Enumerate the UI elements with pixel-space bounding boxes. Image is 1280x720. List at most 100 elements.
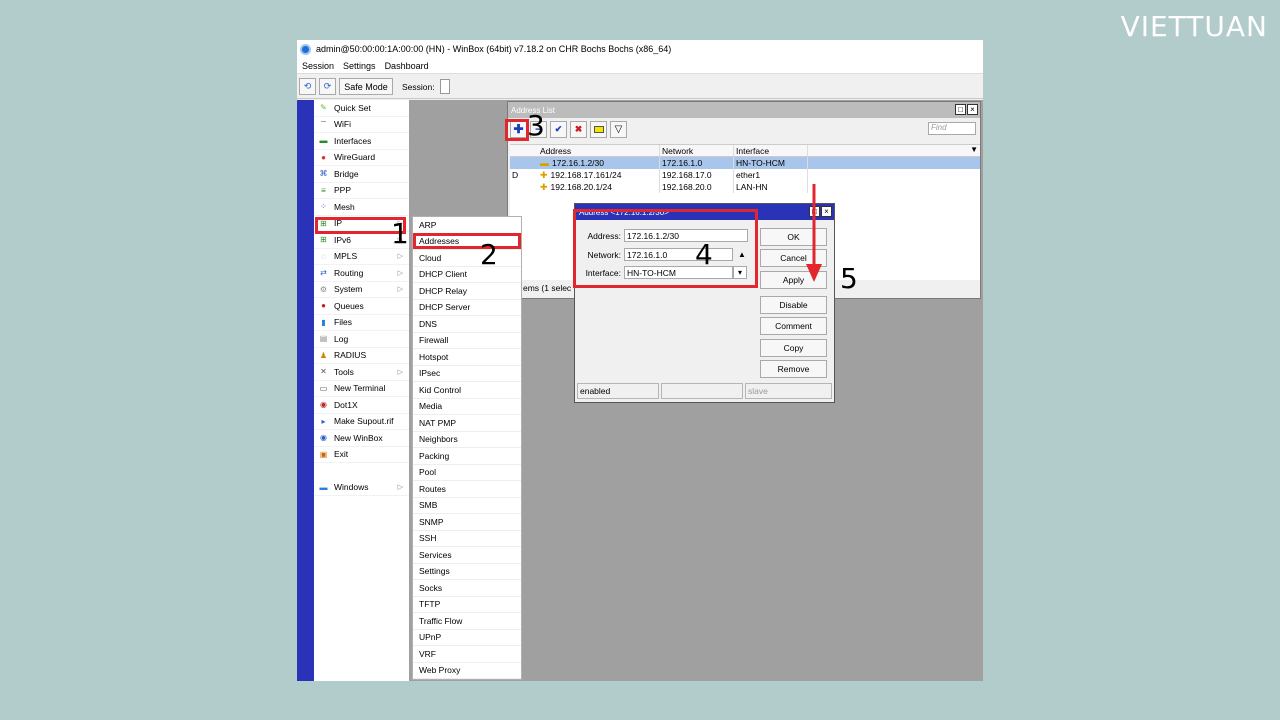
ip-menu-item-arp[interactable]: ARP [413, 217, 521, 234]
table-row[interactable]: ▬ 172.16.1.2/30 172.16.1.0 HN-TO-HCM [510, 157, 980, 169]
comment-icon [593, 125, 604, 133]
ip-menu-item-dhcp-client[interactable]: DHCP Client [413, 267, 521, 283]
ip-menu-item-dhcp-server[interactable]: DHCP Server [413, 300, 521, 316]
highlight-add [505, 119, 529, 141]
status-middle [661, 383, 743, 399]
sidebar-item-label: Log [334, 333, 349, 344]
sidebar-item-mesh[interactable]: ⁘ Mesh [314, 199, 409, 216]
ip-menu-item-neighbors[interactable]: Neighbors [413, 432, 521, 448]
ip-menu-item-pool[interactable]: Pool [413, 465, 521, 481]
highlight-addresses [413, 233, 521, 249]
sidebar-item-wireguard[interactable]: ● WireGuard [314, 150, 409, 166]
column-interface[interactable]: Interface [734, 145, 808, 156]
undo-button[interactable]: ⟲ [299, 78, 316, 95]
ip-menu-item-kid-control[interactable]: Kid Control [413, 382, 521, 399]
ip-menu-item-nat-pmp[interactable]: NAT PMP [413, 415, 521, 432]
column-dropdown[interactable]: ▼ [808, 145, 980, 156]
sidebar-item-exit[interactable]: ▣ Exit [314, 447, 409, 463]
ip-menu-item-traffic-flow[interactable]: Traffic Flow [413, 613, 521, 630]
ip-menu-item-packing[interactable]: Packing [413, 448, 521, 465]
ip-menu-item-snmp[interactable]: SNMP [413, 514, 521, 531]
ip-menu-item-vrf[interactable]: VRF [413, 646, 521, 663]
safe-mode-button[interactable]: Safe Mode [339, 78, 393, 95]
disable-button[interactable]: Disable [760, 296, 827, 314]
check-icon: ✔ [554, 123, 563, 134]
ip-menu-item-services[interactable]: Services [413, 547, 521, 564]
ip-menu-item-smb[interactable]: SMB [413, 498, 521, 514]
sidebar-item-interfaces[interactable]: ▬ Interfaces [314, 133, 409, 150]
sidebar-item-mpls[interactable]: ◌ MPLS ▷ [314, 249, 409, 265]
ip-menu-item-media[interactable]: Media [413, 399, 521, 415]
remove-button[interactable]: Remove [760, 360, 827, 378]
ip-menu-item-dns[interactable]: DNS [413, 316, 521, 333]
row-interface: HN-TO-HCM [734, 157, 808, 169]
wand-icon: ✎ [320, 103, 327, 113]
close-icon[interactable]: × [967, 104, 978, 115]
sidebar-item-windows[interactable]: ▬ Windows ▷ [314, 480, 409, 496]
table-header: Address Network Interface ▼ [510, 145, 980, 157]
ip-menu-item-hotspot[interactable]: Hotspot [413, 349, 521, 366]
filter-button[interactable]: ▽ [610, 120, 627, 138]
comment-button[interactable]: Comment [760, 317, 827, 335]
sidebar-item-queues[interactable]: ● Queues [314, 298, 409, 315]
table-row[interactable]: D ✚ 192.168.17.161/24 192.168.17.0 ether1 [510, 169, 980, 181]
ip-menu-item-cloud[interactable]: Cloud [413, 250, 521, 267]
menu-session[interactable]: Session [302, 61, 334, 71]
sidebar-item-label: Mesh [334, 201, 355, 212]
mpls-icon: ◌ [321, 251, 326, 261]
ip-menu-item-routes[interactable]: Routes [413, 481, 521, 498]
sidebar-item-dot1x[interactable]: ◉ Dot1X [314, 397, 409, 414]
ip-menu-item-ssh[interactable]: SSH [413, 531, 521, 547]
maximize-icon[interactable]: □ [955, 104, 966, 115]
address-list-toolbar: ✚ − ✔ ✖ ▽ Find [508, 118, 980, 140]
sidebar-item-label: Dot1X [334, 399, 358, 410]
find-input[interactable]: Find [928, 122, 976, 135]
ppp-icon: ≡ [321, 185, 326, 195]
sidebar-item-wifi[interactable]: ⌔ WiFi [314, 117, 409, 133]
submenu-arrow-icon: ▷ [397, 286, 403, 294]
sidebar-item-new-terminal[interactable]: ▭ New Terminal [314, 381, 409, 397]
sidebar-item-new-winbox[interactable]: ◉ New WinBox [314, 430, 409, 447]
row-address: 192.168.20.1/24 [550, 182, 612, 192]
session-field[interactable] [439, 79, 450, 94]
ip-menu-item-firewall[interactable]: Firewall [413, 333, 521, 349]
sidebar-item-tools[interactable]: ✕ Tools ▷ [314, 364, 409, 381]
ip-menu-item-ipsec[interactable]: IPsec [413, 366, 521, 382]
comment-button[interactable] [590, 120, 607, 138]
sidebar-item-log[interactable]: ▤ Log [314, 331, 409, 348]
menu-settings[interactable]: Settings [343, 61, 376, 71]
items-count-text: ems (1 selec [523, 283, 572, 293]
sidebar-item-radius[interactable]: ♟ RADIUS [314, 348, 409, 364]
row-address: 172.16.1.2/30 [552, 158, 604, 168]
ip-menu-item-upnp[interactable]: UPnP [413, 630, 521, 646]
column-address[interactable]: Address [538, 145, 660, 156]
column-network[interactable]: Network [660, 145, 734, 156]
disable-button[interactable]: ✖ [570, 120, 587, 138]
brand-logo: VIETTUAN [1120, 10, 1268, 43]
sidebar-item-make-supout-rif[interactable]: ▸ Make Supout.rif [314, 414, 409, 430]
sidebar-item-system[interactable]: ⚙ System ▷ [314, 282, 409, 298]
copy-button[interactable]: Copy [760, 339, 827, 357]
ip-menu-item-tftp[interactable]: TFTP [413, 597, 521, 613]
submenu-arrow-icon: ▷ [397, 253, 403, 261]
sidebar-item-label: PPP [334, 185, 352, 196]
ip-menu-item-settings[interactable]: Settings [413, 564, 521, 580]
sidebar-item-quick-set[interactable]: ✎ Quick Set [314, 100, 409, 117]
table-row[interactable]: ✚ 192.168.20.1/24 192.168.20.0 LAN-HN [510, 181, 980, 193]
ip-menu-item-socks[interactable]: Socks [413, 580, 521, 597]
submenu-arrow-icon: ▷ [397, 269, 403, 277]
ip-menu-item-dhcp-relay[interactable]: DHCP Relay [413, 283, 521, 300]
sidebar-item-bridge[interactable]: ⌘ Bridge [314, 166, 409, 183]
row-network: 192.168.17.0 [660, 169, 734, 181]
sidebar-item-label: WiFi [334, 119, 351, 130]
ip-menu-item-web-proxy[interactable]: Web Proxy [413, 663, 521, 679]
sidebar-item-files[interactable]: ▮ Files [314, 315, 409, 331]
sidebar-item-routing[interactable]: ⇄ Routing ▷ [314, 265, 409, 282]
menu-dashboard[interactable]: Dashboard [385, 61, 429, 71]
sidebar-item-ppp[interactable]: ≡ PPP [314, 183, 409, 199]
redo-button[interactable]: ⟳ [319, 78, 336, 95]
enable-button[interactable]: ✔ [550, 120, 567, 138]
sidebar-menu: ✎ Quick Set ⌔ WiFi ▬ Interfaces ● WireGuard ⌘ Bri… [314, 100, 409, 681]
highlight-fields [573, 209, 758, 288]
row-network: 172.16.1.0 [660, 157, 734, 169]
